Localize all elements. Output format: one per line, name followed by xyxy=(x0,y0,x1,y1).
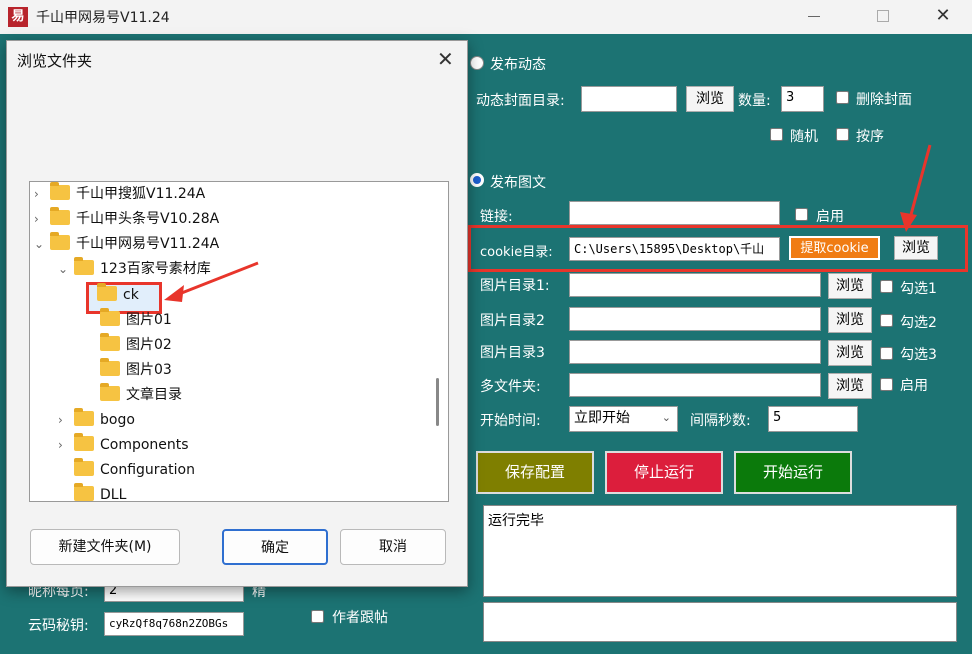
annotation-arrowhead xyxy=(900,212,917,232)
annotation-arrowhead xyxy=(164,285,184,302)
annotation-arrows xyxy=(164,144,932,302)
annotation-arrow-line xyxy=(907,144,932,223)
annotation-arrow-line xyxy=(173,261,259,298)
